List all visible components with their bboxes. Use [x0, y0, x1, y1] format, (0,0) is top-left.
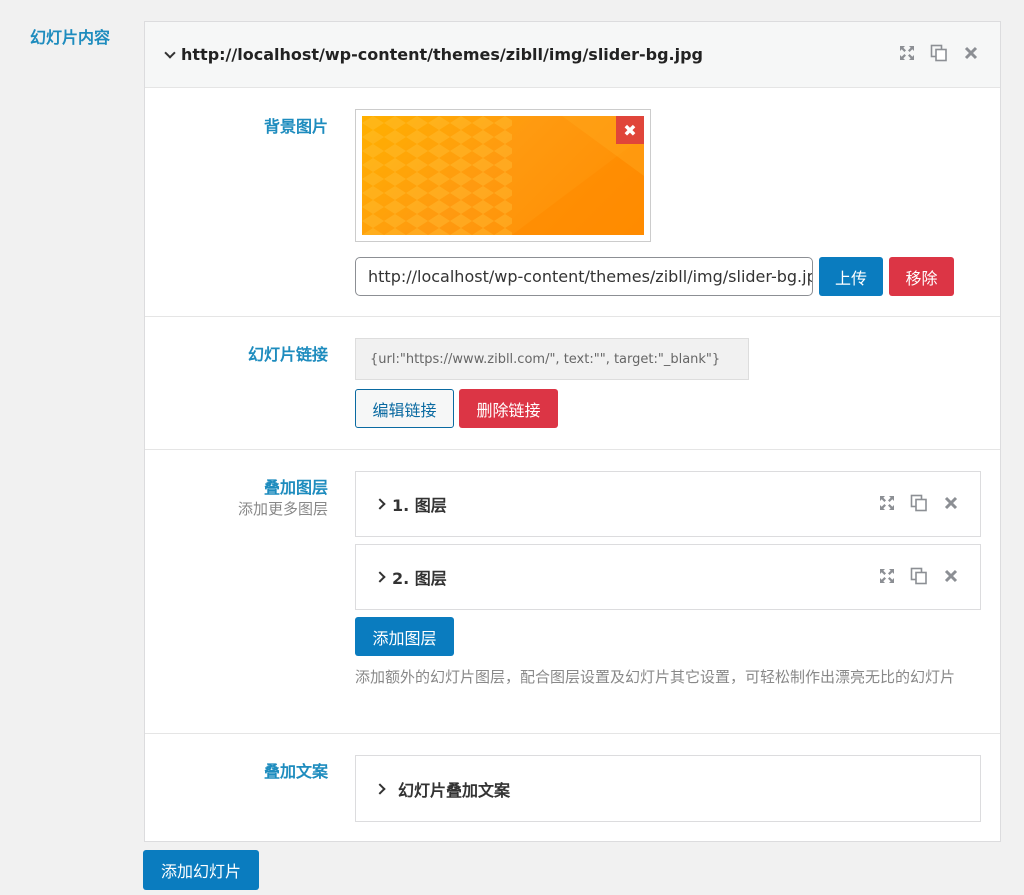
text-overlay-item[interactable]: 幻灯片叠加文案 — [355, 755, 981, 822]
layers-sublabel: 添加更多图层 — [237, 500, 328, 518]
layer-item[interactable]: 1. 图层 — [355, 471, 981, 537]
section-label: 幻灯片内容 — [30, 28, 111, 47]
layer-item[interactable]: 2. 图层 — [355, 544, 981, 610]
layers-description: 添加额外的幻灯片图层，配合图层设置及幻灯片其它设置，可轻松制作出漂亮无比的幻灯片 — [355, 668, 956, 686]
duplicate-icon[interactable] — [930, 44, 950, 64]
link-field: 幻灯片链接 {url:"https://www.zibll.com/", tex… — [145, 317, 1000, 450]
close-icon[interactable] — [962, 44, 982, 64]
delete-link-button[interactable]: 删除链接 — [459, 389, 558, 428]
slide-title: http://localhost/wp-content/themes/zibll… — [181, 45, 703, 64]
chevron-right-icon[interactable] — [374, 569, 390, 585]
background-label: 背景图片 — [263, 117, 328, 136]
background-image-preview: ✖ — [355, 109, 651, 242]
expand-icon[interactable] — [878, 567, 898, 587]
close-icon[interactable] — [942, 567, 962, 587]
link-value: {url:"https://www.zibll.com/", text:"", … — [355, 338, 749, 380]
add-slide-button[interactable]: 添加幻灯片 — [143, 850, 259, 890]
remove-image-icon[interactable]: ✖ — [616, 116, 644, 144]
add-layer-button[interactable]: 添加图层 — [355, 617, 454, 656]
expand-icon[interactable] — [898, 44, 918, 64]
link-label: 幻灯片链接 — [247, 345, 328, 364]
duplicate-icon[interactable] — [910, 494, 930, 514]
background-field: 背景图片 ✖ http://localhost/wp-content/theme… — [145, 89, 1000, 317]
layers-field: 叠加图层 添加更多图层 1. 图层 2. 图层 添加图层 添加额外的幻灯片图层，… — [145, 450, 1000, 734]
duplicate-icon[interactable] — [910, 567, 930, 587]
slide-panel: http://localhost/wp-content/themes/zibll… — [144, 21, 1001, 842]
background-url-input[interactable]: http://localhost/wp-content/themes/zibll… — [355, 257, 813, 296]
chevron-right-icon[interactable] — [374, 496, 390, 512]
chevron-down-icon[interactable] — [163, 47, 179, 63]
expand-icon[interactable] — [878, 494, 898, 514]
text-overlay-field: 叠加文案 幻灯片叠加文案 — [145, 734, 1000, 842]
edit-link-button[interactable]: 编辑链接 — [355, 389, 454, 428]
layers-label: 叠加图层 — [263, 478, 328, 497]
layer-title: 1. 图层 — [392, 496, 447, 515]
close-icon[interactable] — [942, 494, 962, 514]
upload-button[interactable]: 上传 — [819, 257, 883, 296]
text-overlay-label: 叠加文案 — [263, 762, 328, 781]
remove-button[interactable]: 移除 — [889, 257, 954, 296]
chevron-right-icon[interactable] — [374, 781, 390, 797]
slide-header[interactable]: http://localhost/wp-content/themes/zibll… — [145, 22, 1000, 88]
layer-title: 2. 图层 — [392, 569, 447, 588]
text-overlay-title: 幻灯片叠加文案 — [398, 780, 511, 800]
